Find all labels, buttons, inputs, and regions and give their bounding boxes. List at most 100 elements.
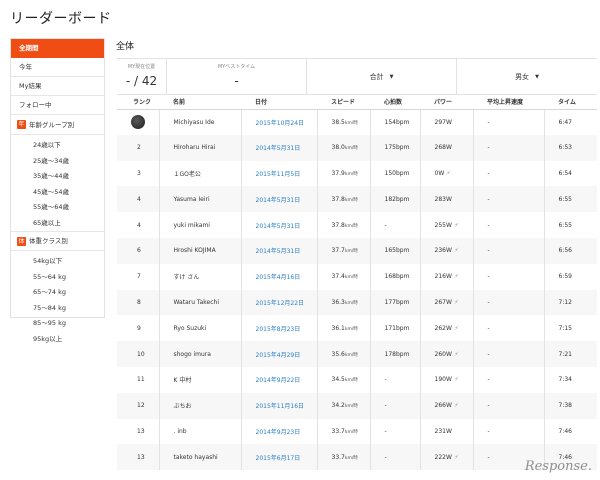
column-header-power[interactable]: パワー: [420, 95, 473, 110]
ride-date-link[interactable]: 2014年5月31日: [256, 223, 301, 230]
avg-climb-value: -: [487, 169, 490, 177]
page-title: リーダーボード: [10, 11, 112, 27]
column-header-date[interactable]: 日付: [241, 95, 317, 110]
estimated-power-icon: ⚡: [452, 376, 460, 384]
estimated-power-icon: ⚡: [452, 221, 460, 229]
rider-name[interactable]: taketo hayashi: [174, 454, 218, 461]
total-filter-label: 合計: [369, 73, 384, 81]
sidebar-item-weight-95-over[interactable]: 95kg以上: [11, 332, 104, 348]
avg-climb-cell: -: [472, 392, 544, 419]
rider-name[interactable]: Hiroharu Hirai: [174, 144, 216, 151]
avatar[interactable]: [131, 115, 145, 130]
ride-date-link[interactable]: 2015年4月16日: [256, 274, 301, 281]
time-cell: 7:46: [543, 418, 597, 445]
power-cell: 260W⚡: [419, 341, 473, 367]
sidebar-item-age-45-54[interactable]: 45歳～54歳: [11, 185, 104, 201]
sidebar-header-age-group[interactable]: 年 年齢グループ別: [11, 115, 104, 135]
sidebar-item-weight-54-under[interactable]: 54kg以下: [11, 254, 104, 270]
rider-name[interactable]: １GO老公: [174, 171, 201, 178]
sidebar-header-label: 年齢グループ別: [29, 120, 75, 129]
ride-date-link[interactable]: 2014年5月31日: [256, 145, 301, 152]
table-row[interactable]: 13 . inb 2014年9月23日 33.7km/時 - 231W - 7:46: [117, 418, 597, 445]
ride-date-link[interactable]: 2015年8月23日: [256, 326, 301, 333]
table-row[interactable]: 8 Wataru Takechi 2015年12月22日 36.3km/時 177bpm…: [117, 289, 597, 316]
table-row[interactable]: 3 １GO老公 2015年11月5日 37.9km/時 150bpm 0W⚡ - 6:54: [117, 160, 597, 187]
sidebar-item-all-time[interactable]: 全期間: [11, 39, 104, 58]
sidebar-item-age-35-44[interactable]: 35歳～44歳: [11, 169, 104, 185]
my-rank-label: MY現在位置: [127, 64, 156, 70]
table-row[interactable]: 10 shogo imura 2015年4月29日 35.6km/時 178bpm 260…: [117, 341, 597, 367]
rider-name[interactable]: ぶちお: [174, 403, 192, 410]
rider-name[interactable]: Michiyasu Ide: [174, 119, 215, 126]
power-cell: 222W⚡: [419, 444, 473, 471]
ride-date-link[interactable]: 2014年5月31日: [256, 197, 301, 204]
name-cell: Michiyasu Ide: [158, 109, 241, 135]
speed-cell: 33.7km/時: [316, 444, 370, 471]
table-row[interactable]: 4 yuki mikami 2014年5月31日 37.8km/時 - 255W⚡ - 6:5…: [117, 212, 597, 238]
rider-name[interactable]: Hroshi KOJIMA: [174, 247, 216, 254]
power-cell: 190W⚡: [419, 366, 473, 393]
rider-name[interactable]: Yasuma Ieiri: [174, 196, 210, 203]
ride-date-link[interactable]: 2014年9月22日: [256, 377, 301, 384]
column-header-rank[interactable]: ランク: [117, 95, 159, 110]
table-row[interactable]: Michiyasu Ide 2015年10月24日 38.5km/時 154bpm 29…: [117, 109, 597, 135]
rider-name[interactable]: すけ さん: [174, 274, 200, 281]
sidebar: 全期間 今年 My結果 フォロー中 年 年齢グループ別 24歳以下 25歳～34…: [10, 38, 105, 343]
sidebar-item-weight-85-95[interactable]: 85～95 kg: [11, 316, 104, 332]
avg-climb-cell: -: [472, 109, 544, 135]
table-row[interactable]: 4 Yasuma Ieiri 2014年5月31日 37.8km/時 182bpm 283…: [117, 186, 597, 213]
table-row[interactable]: 11 K 中村 2014年9月22日 34.5km/時 - 190W⚡ - 7:34: [117, 366, 597, 393]
gender-filter-dropdown[interactable]: 男女 ▼: [457, 59, 597, 94]
table-row[interactable]: 12 ぶちお 2015年11月16日 34.2km/時 - 266W⚡ - 7:38: [117, 392, 597, 419]
rider-name[interactable]: Wataru Takechi: [174, 299, 220, 306]
sidebar-item-age-25-34[interactable]: 25歳～34歳: [11, 154, 104, 170]
name-cell: すけ さん: [158, 263, 241, 290]
rider-name[interactable]: . inb: [174, 428, 187, 435]
avg-climb-cell: -: [472, 315, 544, 342]
date-cell: 2014年5月31日: [240, 237, 317, 264]
column-header-name[interactable]: 名前: [159, 95, 241, 110]
avg-climb-value: -: [487, 324, 490, 332]
ride-date-link[interactable]: 2014年9月23日: [256, 429, 301, 436]
column-header-avg-climb[interactable]: 平均上昇速度: [473, 95, 544, 110]
ride-date-link[interactable]: 2014年5月31日: [256, 248, 301, 255]
time-cell: 6:55: [543, 186, 597, 213]
column-header-heart-rate[interactable]: 心拍数: [370, 95, 420, 110]
table-row[interactable]: 9 Ryo Suzuki 2015年8月23日 36.1km/時 171bpm 262W⚡…: [117, 315, 597, 342]
sidebar-item-age-65-over[interactable]: 65歳以上: [11, 216, 104, 232]
ride-date-link[interactable]: 2015年11月16日: [256, 403, 305, 410]
rank-value: 4: [137, 195, 141, 203]
rider-name[interactable]: K 中村: [174, 377, 192, 384]
table-row[interactable]: 6 Hroshi KOJIMA 2014年5月31日 37.7km/時 165bpm 23…: [117, 237, 597, 264]
sidebar-item-my-results[interactable]: My結果: [11, 77, 104, 96]
sidebar-header-weight-class[interactable]: 体 体重クラス別: [11, 231, 104, 251]
total-filter-dropdown[interactable]: 合計 ▼: [307, 59, 457, 94]
rank-value: 7: [137, 273, 141, 281]
heart-rate-cell: 154bpm: [369, 109, 420, 135]
sidebar-item-weight-55-64[interactable]: 55～64 kg: [11, 270, 104, 286]
speed-cell: 38.5km/時: [316, 109, 370, 135]
column-header-speed[interactable]: スピード: [317, 95, 370, 110]
rank-value: 2: [137, 144, 141, 152]
ride-date-link[interactable]: 2015年11月5日: [256, 171, 301, 178]
ride-date-link[interactable]: 2015年4月29日: [256, 352, 301, 359]
sidebar-item-weight-75-84[interactable]: 75～84 kg: [11, 301, 104, 317]
sidebar-item-age-55-64[interactable]: 55歳～64歳: [11, 200, 104, 216]
power-value: 283W: [434, 195, 452, 203]
rider-name[interactable]: shogo imura: [174, 351, 211, 358]
table-row[interactable]: 7 すけ さん 2015年4月16日 37.4km/時 168bpm 216W⚡ - 6:59: [117, 263, 597, 290]
rider-name[interactable]: yuki mikami: [174, 222, 210, 229]
sidebar-item-age-24-under[interactable]: 24歳以下: [11, 138, 104, 154]
heart-rate-cell: 165bpm: [369, 237, 420, 264]
sidebar-item-following[interactable]: フォロー中: [11, 96, 104, 115]
table-row[interactable]: 2 Hiroharu Hirai 2014年5月31日 38.0km/時 175bpm 2…: [117, 134, 597, 161]
ride-date-link[interactable]: 2015年10月24日: [256, 120, 305, 127]
sidebar-item-this-year[interactable]: 今年: [11, 58, 104, 77]
column-header-time[interactable]: タイム: [544, 95, 597, 110]
ride-date-link[interactable]: 2015年6月17日: [256, 455, 301, 462]
ride-date-link[interactable]: 2015年12月22日: [256, 300, 305, 307]
name-cell: Yasuma Ieiri: [158, 186, 241, 213]
date-cell: 2015年4月16日: [240, 263, 317, 290]
sidebar-item-weight-65-74[interactable]: 65～74 kg: [11, 285, 104, 301]
rider-name[interactable]: Ryo Suzuki: [174, 325, 207, 332]
